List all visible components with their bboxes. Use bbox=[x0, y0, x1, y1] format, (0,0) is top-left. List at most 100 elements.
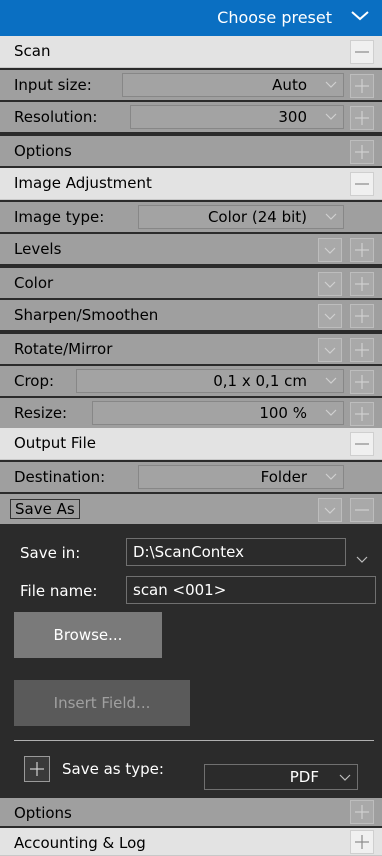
resolution-select[interactable]: 300 bbox=[130, 105, 344, 129]
rotate-label: Rotate/Mirror bbox=[14, 340, 113, 358]
crop-label: Crop: bbox=[14, 372, 55, 390]
dropdown-arrow-icon bbox=[324, 313, 336, 320]
dropdown-arrow-icon bbox=[324, 347, 336, 354]
resize-select[interactable]: 100 % bbox=[92, 401, 344, 425]
crop-row: Crop: 0,1 x 0,1 cm bbox=[0, 364, 382, 396]
plus-icon bbox=[355, 375, 369, 389]
section-image-adjustment[interactable]: Image Adjustment bbox=[0, 168, 382, 200]
collapse-button[interactable] bbox=[350, 498, 374, 522]
sharpen-row[interactable]: Sharpen/Smoothen bbox=[0, 298, 382, 330]
minus-icon bbox=[355, 443, 369, 445]
plus-icon bbox=[355, 835, 369, 849]
crop-select[interactable]: 0,1 x 0,1 cm bbox=[76, 369, 344, 393]
expand-button[interactable] bbox=[350, 74, 374, 98]
levels-row[interactable]: Levels bbox=[0, 232, 382, 264]
expand-button[interactable] bbox=[350, 402, 374, 426]
chevron-down-icon[interactable] bbox=[356, 550, 368, 568]
dropdown-arrow-icon[interactable] bbox=[319, 402, 343, 424]
save-as-dropdown[interactable] bbox=[318, 498, 342, 522]
save-in-label: Save in: bbox=[20, 544, 81, 562]
plus-icon bbox=[355, 277, 369, 291]
dropdown-arrow-icon[interactable] bbox=[339, 774, 351, 782]
image-type-label: Image type: bbox=[14, 208, 105, 226]
plus-icon bbox=[355, 79, 369, 93]
save-in-value: D:\ScanContex bbox=[133, 543, 245, 561]
dropdown-arrow-icon[interactable] bbox=[319, 206, 343, 228]
collapse-button[interactable] bbox=[350, 432, 374, 456]
save-in-field[interactable]: D:\ScanContex bbox=[126, 538, 346, 566]
divider bbox=[14, 740, 374, 741]
plus-icon bbox=[355, 243, 369, 257]
section-accounting[interactable]: Accounting & Log bbox=[0, 828, 382, 856]
plus-icon bbox=[355, 343, 369, 357]
resolution-label: Resolution: bbox=[14, 108, 98, 126]
plus-icon bbox=[355, 407, 369, 421]
input-size-row: Input size: Auto bbox=[0, 68, 382, 100]
expand-button[interactable] bbox=[350, 830, 374, 854]
save-as-panel: Save in: D:\ScanContex File name: scan <… bbox=[0, 526, 382, 796]
expand-save-type-button[interactable] bbox=[24, 756, 50, 782]
image-type-row: Image type: Color (24 bit) bbox=[0, 200, 382, 232]
section-title: Image Adjustment bbox=[14, 174, 152, 192]
section-title: Accounting & Log bbox=[14, 834, 146, 852]
resolution-value: 300 bbox=[278, 108, 307, 126]
section-title: Output File bbox=[14, 434, 96, 452]
expand-button[interactable] bbox=[350, 272, 374, 296]
expand-button[interactable] bbox=[350, 140, 374, 164]
minus-icon bbox=[355, 51, 369, 53]
scan-options-row[interactable]: Options bbox=[0, 134, 382, 166]
destination-row: Destination: Folder bbox=[0, 460, 382, 492]
section-output-file[interactable]: Output File bbox=[0, 428, 382, 460]
browse-button[interactable]: Browse... bbox=[14, 612, 162, 658]
dropdown-arrow-icon bbox=[324, 507, 336, 514]
image-type-select[interactable]: Color (24 bit) bbox=[138, 205, 344, 229]
plus-icon bbox=[355, 111, 369, 125]
save-as-row[interactable]: Save As bbox=[0, 492, 382, 524]
save-as-label[interactable]: Save As bbox=[10, 499, 80, 519]
collapse-button[interactable] bbox=[350, 172, 374, 196]
plus-icon bbox=[355, 145, 369, 159]
output-options-label: Options bbox=[14, 804, 72, 822]
input-size-select[interactable]: Auto bbox=[122, 73, 344, 97]
rotate-row[interactable]: Rotate/Mirror bbox=[0, 332, 382, 364]
collapse-button[interactable] bbox=[350, 40, 374, 64]
section-scan[interactable]: Scan bbox=[0, 36, 382, 68]
plus-icon bbox=[30, 762, 44, 776]
levels-label: Levels bbox=[14, 240, 62, 258]
sharpen-dropdown[interactable] bbox=[318, 304, 342, 328]
dropdown-arrow-icon[interactable] bbox=[319, 370, 343, 392]
file-name-value: scan <001> bbox=[133, 581, 227, 599]
minus-icon bbox=[355, 183, 369, 185]
dropdown-arrow-icon[interactable] bbox=[319, 74, 343, 96]
destination-value: Folder bbox=[260, 468, 307, 486]
rotate-dropdown[interactable] bbox=[318, 338, 342, 362]
file-name-field[interactable]: scan <001> bbox=[126, 576, 376, 604]
chevron-down-icon[interactable] bbox=[348, 6, 372, 26]
choose-preset-label[interactable]: Choose preset bbox=[217, 8, 332, 27]
insert-field-button[interactable]: Insert Field... bbox=[14, 680, 190, 726]
expand-button[interactable] bbox=[350, 106, 374, 130]
color-row[interactable]: Color bbox=[0, 266, 382, 298]
destination-label: Destination: bbox=[14, 468, 106, 486]
destination-select[interactable]: Folder bbox=[138, 465, 344, 489]
dropdown-arrow-icon[interactable] bbox=[319, 106, 343, 128]
expand-button[interactable] bbox=[350, 800, 374, 824]
sharpen-label: Sharpen/Smoothen bbox=[14, 306, 159, 324]
file-name-label: File name: bbox=[20, 582, 98, 600]
dropdown-arrow-icon[interactable] bbox=[319, 466, 343, 488]
expand-button[interactable] bbox=[350, 238, 374, 262]
expand-button[interactable] bbox=[350, 304, 374, 328]
expand-button[interactable] bbox=[350, 370, 374, 394]
resize-value: 100 % bbox=[259, 404, 307, 422]
dropdown-arrow-icon bbox=[324, 281, 336, 288]
resize-label: Resize: bbox=[14, 404, 68, 422]
color-dropdown[interactable] bbox=[318, 272, 342, 296]
save-as-type-select[interactable]: PDF bbox=[204, 764, 358, 790]
levels-dropdown[interactable] bbox=[318, 238, 342, 262]
save-as-type-value: PDF bbox=[289, 768, 319, 786]
output-options-row[interactable]: Options bbox=[0, 796, 382, 826]
expand-button[interactable] bbox=[350, 338, 374, 362]
plus-icon bbox=[355, 309, 369, 323]
crop-value: 0,1 x 0,1 cm bbox=[213, 372, 307, 390]
preset-bar[interactable]: Choose preset bbox=[0, 0, 382, 36]
